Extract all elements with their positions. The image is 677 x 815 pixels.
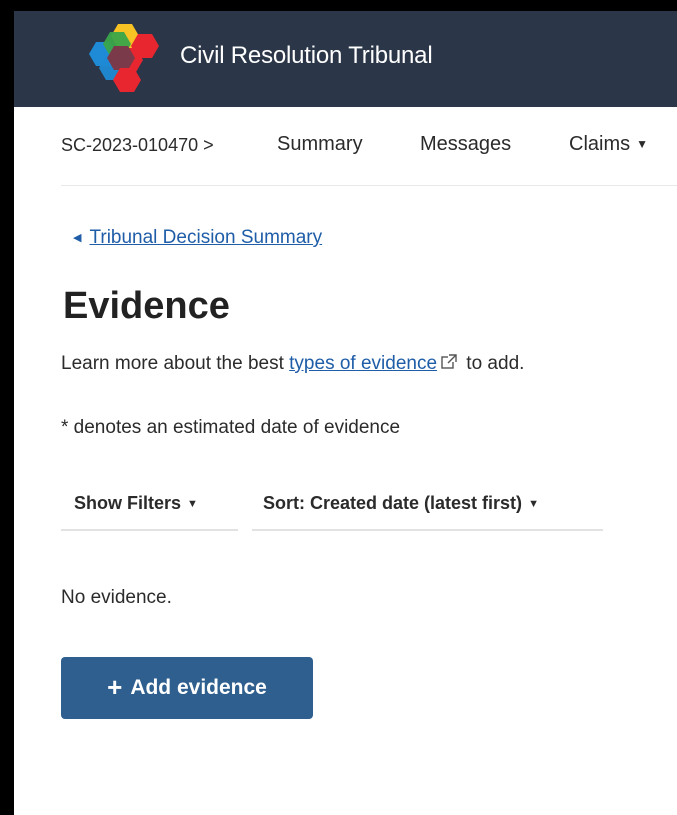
app-title: Civil Resolution Tribunal xyxy=(180,42,433,69)
show-filters-button[interactable]: Show Filters ▼ xyxy=(61,485,238,531)
case-nav: SC-2023-010470 > Summary Messages Claims… xyxy=(61,107,677,186)
page-title: Evidence xyxy=(63,285,230,327)
caret-down-icon: ▼ xyxy=(528,498,539,510)
add-evidence-button[interactable]: + Add evidence xyxy=(61,657,313,719)
nav-item-claims[interactable]: Claims ▼ xyxy=(569,133,648,156)
chevron-left-icon: ◀ xyxy=(73,232,82,244)
app-window: Civil Resolution Tribunal SC-2023-010470… xyxy=(0,0,677,815)
app-header: Civil Resolution Tribunal xyxy=(14,11,677,107)
nav-item-claims-label: Claims xyxy=(569,133,631,155)
breadcrumb-case-number[interactable]: SC-2023-010470 > xyxy=(61,135,214,156)
nav-item-messages[interactable]: Messages xyxy=(420,133,511,156)
estimate-note: * denotes an estimated date of evidence xyxy=(61,417,401,438)
back-link[interactable]: ◀ Tribunal Decision Summary xyxy=(73,227,322,249)
caret-down-icon: ▼ xyxy=(187,498,198,510)
intro-text-before: Learn more about the best xyxy=(61,353,290,374)
caret-down-icon: ▼ xyxy=(636,137,649,151)
show-filters-label: Show Filters xyxy=(74,493,182,513)
nav-item-summary[interactable]: Summary xyxy=(277,133,363,156)
back-link-label: Tribunal Decision Summary xyxy=(89,227,323,248)
intro-text: Learn more about the best types of evide… xyxy=(61,353,524,375)
sort-label: Sort: Created date (latest first) xyxy=(263,493,523,513)
plus-icon: + xyxy=(107,671,123,702)
intro-text-after: to add. xyxy=(461,353,525,374)
crt-logo-icon[interactable] xyxy=(82,20,162,98)
sort-dropdown[interactable]: Sort: Created date (latest first) ▼ xyxy=(252,485,603,531)
empty-state-text: No evidence. xyxy=(61,587,172,608)
add-evidence-label: Add evidence xyxy=(130,676,267,699)
types-of-evidence-link[interactable]: types of evidence xyxy=(289,353,437,374)
external-link-icon xyxy=(441,354,457,370)
